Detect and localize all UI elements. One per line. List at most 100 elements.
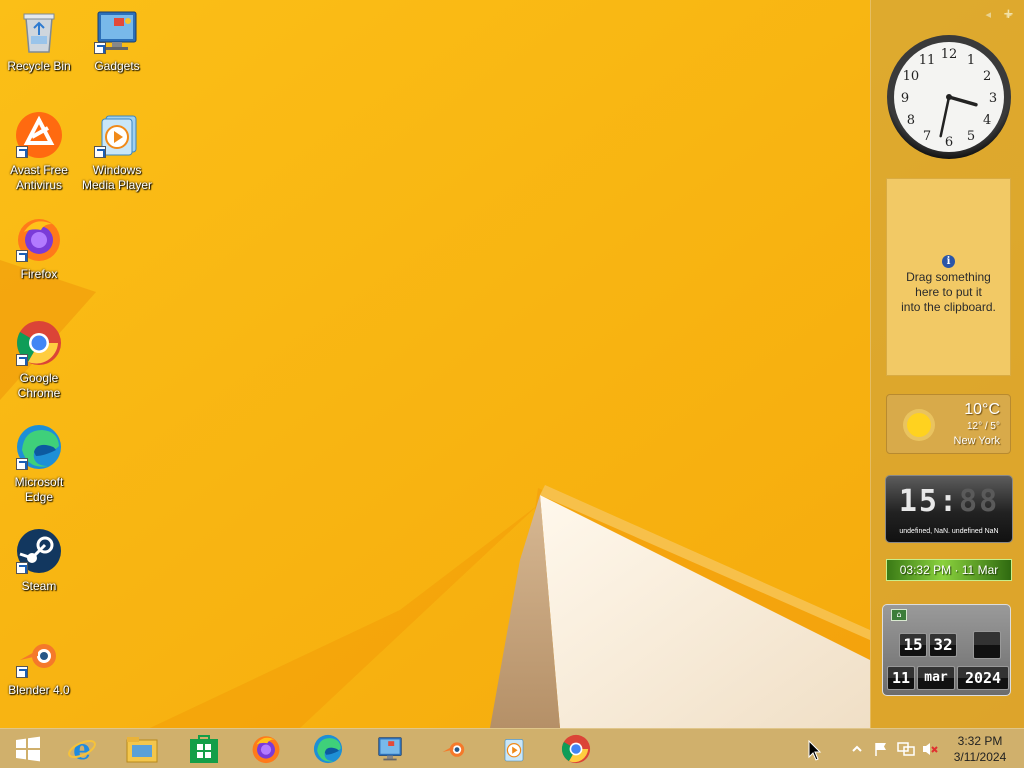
blender-icon: [442, 742, 465, 757]
desktop-icon-label: Blender 4.0: [8, 683, 70, 697]
mouse-cursor-icon: [808, 740, 822, 761]
weather-range: 12° / 5°: [966, 421, 1000, 432]
flip-clock-gadget[interactable]: ⌂ 15 32 11 mar 2024: [882, 604, 1011, 696]
flip-minute: 32: [929, 633, 957, 657]
start-button[interactable]: [0, 731, 56, 767]
desktop-icon-media-player[interactable]: Windows Media Player: [78, 110, 156, 193]
clock-numeral: 1: [967, 53, 975, 68]
shortcut-arrow-icon: [16, 562, 28, 574]
taskbar-gadgets[interactable]: [362, 731, 418, 767]
flip-year: 2024: [957, 666, 1009, 690]
info-icon: i: [942, 255, 955, 268]
weather-gadget[interactable]: 10°C 12° / 5° New York: [886, 394, 1011, 454]
clock-numeral: 8: [907, 113, 915, 128]
taskbar-ie[interactable]: e: [54, 731, 110, 767]
tray-date: 3/11/2024: [953, 750, 1007, 764]
date-strip-gadget[interactable]: 03:32 PM · 11 Mar: [886, 559, 1012, 581]
desktop-icon-steam[interactable]: Steam: [0, 526, 78, 594]
clipboard-gadget[interactable]: i Drag something here to put it into the…: [886, 178, 1011, 376]
gadgets-icon: [92, 6, 142, 56]
taskbar-media-player[interactable]: [486, 731, 542, 767]
digital-clock-gadget[interactable]: 15:88 undefined, NaN. undefined NaN: [885, 475, 1013, 543]
home-icon[interactable]: ⌂: [891, 609, 907, 621]
clipboard-hint-line: Drag something: [906, 270, 991, 284]
desktop-icon-label: Recycle Bin: [7, 59, 71, 73]
digital-clock-time: 15:88: [898, 484, 1000, 519]
clock-numeral: 11: [919, 53, 936, 68]
flip-blank-tile: [973, 631, 1001, 659]
shortcut-arrow-icon: [16, 250, 28, 262]
action-center-flag-icon[interactable]: [873, 741, 891, 757]
desktop-icon-blender[interactable]: Blender 4.0: [0, 630, 78, 698]
clock-numeral: 7: [923, 129, 931, 144]
taskbar-file-explorer[interactable]: [114, 731, 170, 767]
edge-icon: [313, 734, 343, 764]
shortcut-arrow-icon: [16, 146, 28, 158]
blender-icon: [14, 630, 64, 680]
file-explorer-icon: [126, 737, 158, 763]
desktop-icon-label: Google Chrome: [17, 371, 61, 400]
clock-numeral: 3: [989, 91, 997, 106]
chrome-icon: [14, 318, 64, 368]
shortcut-arrow-icon: [94, 42, 106, 54]
desktop-icon-gadgets[interactable]: Gadgets: [78, 6, 156, 74]
weather-temperature: 10°C: [964, 401, 1000, 418]
clock-numeral: 9: [901, 91, 909, 106]
tray-clock[interactable]: 3:32 PM 3/11/2024: [944, 733, 1016, 765]
flip-hour: 15: [899, 633, 927, 657]
windows-start-icon: [16, 736, 40, 762]
analog-clock-gadget[interactable]: 12 1 2 3 4 5 6 7 8 9 10 11: [884, 32, 1014, 162]
desktop-icon-label: Gadgets: [94, 59, 140, 73]
shortcut-arrow-icon: [16, 354, 28, 366]
taskbar-firefox[interactable]: [238, 731, 294, 767]
steam-icon: [14, 526, 64, 576]
firefox-icon: [252, 736, 280, 764]
taskbar-edge[interactable]: [300, 731, 356, 767]
desktop-icon-label: Steam: [21, 579, 57, 593]
chrome-icon: [561, 734, 591, 764]
media-player-icon: [504, 739, 524, 762]
desktop-icon-edge[interactable]: Microsoft Edge: [0, 422, 78, 505]
shortcut-arrow-icon: [16, 666, 28, 678]
clock-numeral: 2: [983, 69, 991, 84]
show-hidden-icons-chevron-icon[interactable]: [850, 741, 868, 757]
desktop-icon-recycle-bin[interactable]: Recycle Bin: [0, 6, 78, 74]
sunny-weather-icon: [903, 409, 935, 441]
clipboard-hint-line: into the clipboard.: [901, 300, 996, 314]
avast-icon: [14, 110, 64, 160]
desktop-icon-label: Windows Media Player: [81, 163, 153, 192]
network-icon[interactable]: [897, 741, 915, 757]
recycle-bin-icon: [14, 6, 64, 56]
flip-month: mar: [917, 666, 955, 690]
ie-icon: e: [68, 734, 96, 764]
clock-center-pin: [946, 94, 952, 100]
taskbar: e 3:32 PM 3/11/2024: [0, 728, 1024, 768]
svg-text:e: e: [73, 734, 91, 764]
gadgets-icon: [378, 737, 402, 761]
desktop-icon-label: Microsoft Edge: [14, 475, 64, 504]
tray-time: 3:32 PM: [957, 734, 1003, 748]
digital-clock-date: undefined, NaN. undefined NaN: [899, 528, 999, 535]
clock-numeral: 5: [967, 129, 975, 144]
desktop-icon-firefox[interactable]: Firefox: [0, 214, 78, 282]
clock-numeral: 4: [983, 113, 991, 128]
media-player-icon: [92, 110, 142, 160]
volume-muted-icon[interactable]: [921, 741, 939, 757]
desktop-icon-avast[interactable]: Avast Free Antivirus: [0, 110, 78, 193]
analog-clock-face: 12 12 3 45678 9 1011: [887, 35, 1011, 159]
desktop-icon-label: Firefox: [20, 267, 58, 281]
clock-numeral: 10: [903, 69, 920, 84]
add-gadget-icon[interactable]: +: [1003, 7, 1020, 22]
edge-icon: [14, 422, 64, 472]
desktop-icon-label: Avast Free Antivirus: [10, 163, 68, 192]
desktop-icon-chrome[interactable]: Google Chrome: [0, 318, 78, 401]
taskbar-store[interactable]: [176, 731, 232, 767]
clock-numeral: 12: [941, 47, 958, 62]
taskbar-blender[interactable]: [426, 731, 482, 767]
flip-day: 11: [887, 666, 915, 690]
firefox-icon: [14, 214, 64, 264]
clipboard-hint-line: here to put it: [915, 285, 982, 299]
clock-numeral: 6: [945, 135, 953, 150]
store-icon: [190, 735, 218, 763]
taskbar-chrome[interactable]: [548, 731, 604, 767]
